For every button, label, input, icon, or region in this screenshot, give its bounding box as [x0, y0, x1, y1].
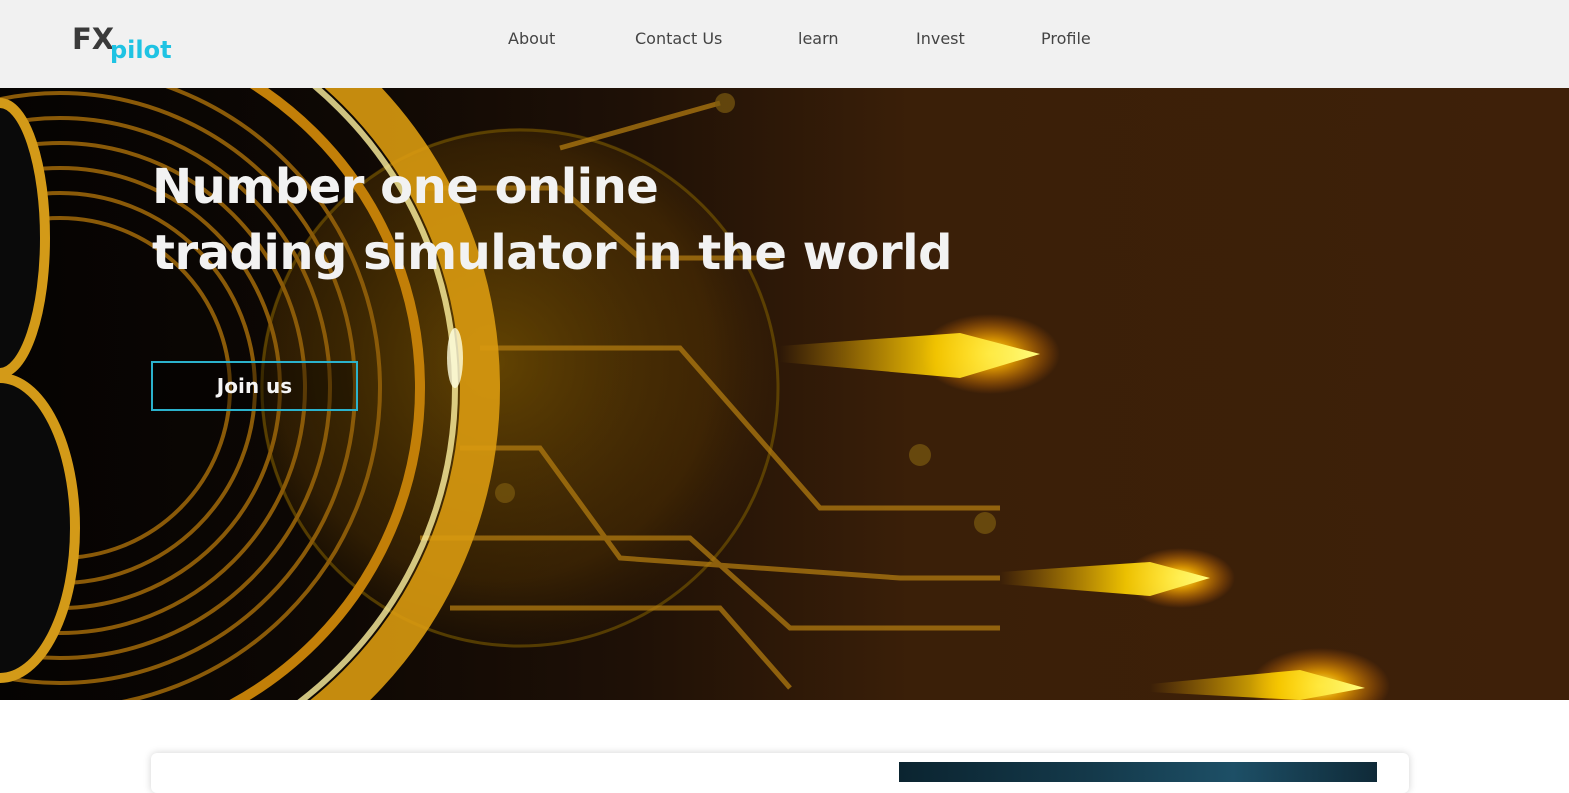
hero-headline-line-2: trading simulator in the world	[152, 225, 952, 281]
join-us-button[interactable]: Join us	[151, 361, 358, 411]
nav-learn-link[interactable]: learn	[798, 29, 839, 48]
hero-headline-line-1: Number one online	[152, 159, 659, 215]
main-nav: About Contact Us learn Invest Profile	[0, 0, 1569, 88]
hero-banner: Number one online trading simulator in t…	[0, 88, 1569, 700]
top-navbar: FX pilot About Contact Us learn Invest P…	[0, 0, 1569, 88]
card-image	[899, 762, 1377, 782]
nav-contact-link[interactable]: Contact Us	[635, 29, 722, 48]
nav-profile-link[interactable]: Profile	[1041, 29, 1091, 48]
hero-headline: Number one online trading simulator in t…	[152, 154, 952, 286]
nav-about-link[interactable]: About	[508, 29, 555, 48]
nav-invest-link[interactable]: Invest	[916, 29, 965, 48]
